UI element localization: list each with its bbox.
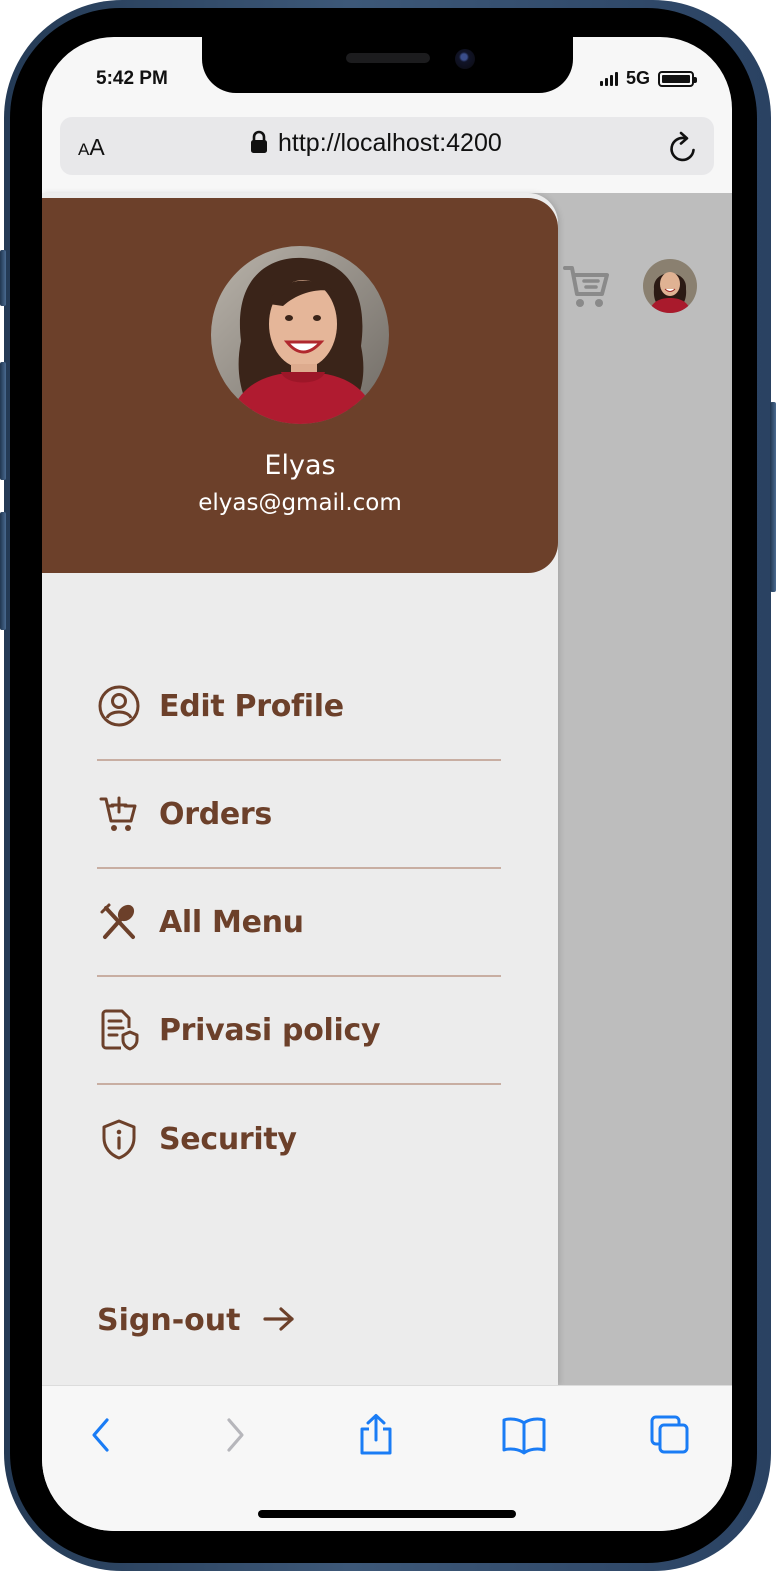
lock-icon — [250, 130, 268, 158]
volume-up-button — [0, 362, 6, 480]
profile-header: Elyas elyas@gmail.com — [42, 198, 558, 573]
cart-plus-icon — [97, 792, 141, 836]
network-type: 5G — [625, 68, 650, 88]
profile-email: elyas@gmail.com — [198, 490, 402, 516]
cart-icon[interactable] — [562, 261, 612, 315]
url-text: http://localhost:4200 — [278, 129, 502, 157]
battery-icon — [658, 70, 697, 87]
menu-item-edit-profile[interactable]: Edit Profile — [97, 653, 501, 761]
home-indicator[interactable] — [258, 1510, 516, 1518]
url-display[interactable]: http://localhost:4200 — [250, 129, 502, 158]
side-drawer: Elyas elyas@gmail.com Edit Profile Order… — [42, 193, 558, 1385]
profile-name: Elyas — [264, 450, 336, 481]
status-indicators: 5G — [599, 68, 697, 89]
power-button — [770, 402, 776, 592]
drawer-menu: Edit Profile Orders All Menu Privasi pol… — [97, 653, 501, 1193]
share-icon[interactable] — [351, 1410, 401, 1460]
page-content: Elyas elyas@gmail.com Edit Profile Order… — [42, 193, 732, 1385]
safari-toolbar — [42, 1385, 732, 1531]
tabs-icon[interactable] — [645, 1410, 695, 1460]
arrow-right-icon — [262, 1306, 296, 1336]
menu-item-orders[interactable]: Orders — [97, 761, 501, 869]
status-time: 5:42 PM — [96, 68, 168, 89]
bookmarks-icon[interactable] — [499, 1410, 549, 1460]
reload-icon[interactable] — [668, 130, 700, 168]
menu-item-security[interactable]: Security — [97, 1085, 501, 1193]
earpiece-speaker — [346, 53, 430, 63]
shield-info-icon — [97, 1117, 141, 1161]
signout-label: Sign-out — [97, 1303, 241, 1338]
volume-down-button — [0, 512, 6, 630]
menu-item-all-menu[interactable]: All Menu — [97, 869, 501, 977]
front-camera — [455, 49, 475, 69]
back-icon[interactable] — [76, 1410, 126, 1460]
user-circle-icon — [97, 684, 141, 728]
screen: 5:42 PM 5G AA http://localhost:4200 Elya… — [42, 37, 732, 1531]
address-bar[interactable]: AA http://localhost:4200 — [60, 117, 714, 175]
action-button — [0, 250, 6, 306]
forward-icon[interactable] — [210, 1410, 260, 1460]
signout-button[interactable]: Sign-out — [97, 1303, 296, 1338]
notch — [202, 37, 573, 93]
cellular-signal-icon — [599, 71, 618, 86]
profile-photo[interactable] — [211, 246, 389, 424]
utensils-icon — [97, 900, 141, 944]
document-shield-icon — [97, 1008, 141, 1052]
menu-item-privacy-policy[interactable]: Privasi policy — [97, 977, 501, 1085]
text-size-button[interactable]: AA — [78, 134, 105, 161]
header-avatar[interactable] — [643, 259, 697, 313]
